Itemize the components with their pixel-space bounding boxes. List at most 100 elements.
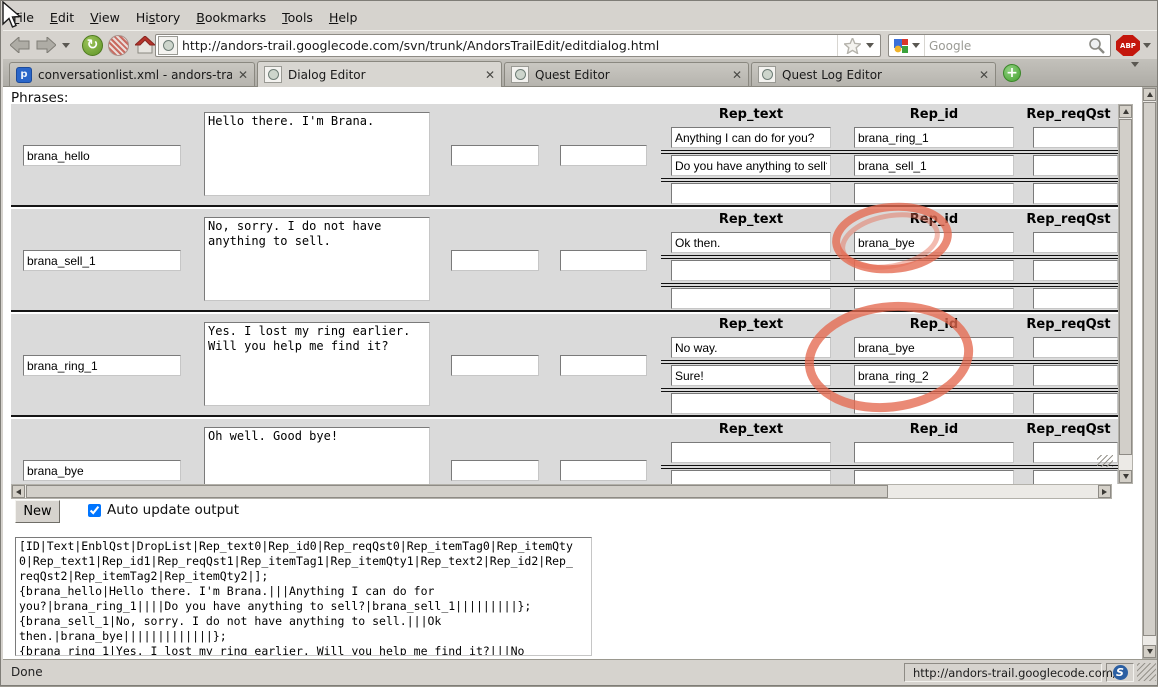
rep-reqqst-input[interactable] [1033,393,1118,414]
list-all-tabs-button[interactable] [1131,67,1139,86]
reload-button[interactable]: ↻ [81,34,104,56]
scrapbook-button[interactable]: S [1106,663,1134,682]
tab-close-icon[interactable]: ✕ [238,68,248,82]
phrases-horizontal-scrollbar[interactable] [11,484,1112,499]
rep-reqqst-input[interactable] [1033,470,1118,484]
output-textarea[interactable]: [ID|Text|EnblQst|DropList|Rep_text0|Rep_… [15,537,592,656]
stop-button[interactable] [107,34,130,56]
phrase-droplist-input[interactable] [560,145,647,166]
menu-help[interactable]: Help [321,7,366,28]
phrase-droplist-input[interactable] [560,250,647,271]
scrollbar-thumb[interactable] [1119,119,1132,455]
menu-tools[interactable]: Tools [274,7,321,28]
rep-text-input[interactable] [671,232,831,253]
scroll-left-icon[interactable] [12,485,25,498]
rep-reqqst-input[interactable] [1033,365,1118,386]
tab-conversationlist[interactable]: p conversationlist.xml - andors-trail - … [9,62,255,86]
url-input[interactable] [182,38,837,53]
phrase-row-brana-hello: Hello there. I'm Brana. Rep_text Rep_id … [11,104,1118,207]
scrollbar-thumb[interactable] [26,485,888,498]
phrase-text-area[interactable]: No, sorry. I do not have anything to sel… [204,217,430,301]
rep-reqqst-input[interactable] [1033,337,1118,358]
page-vertical-scrollbar[interactable] [1142,87,1157,659]
auto-update-checkbox[interactable] [88,504,101,517]
search-magnifier-icon[interactable] [1088,37,1106,54]
scroll-down-icon[interactable] [1119,470,1132,483]
bookmark-star-icon[interactable] [844,38,861,54]
rep-text-input[interactable] [671,337,831,358]
rep-reqqst-input[interactable] [1033,155,1118,176]
phrase-id-input[interactable] [23,145,181,166]
rep-reqqst-input[interactable] [1033,288,1118,309]
search-bar [888,34,1111,57]
tab-quest-log-editor[interactable]: Quest Log Editor ✕ [751,62,996,86]
rep-id-input[interactable] [854,393,1014,414]
scrollbar-thumb[interactable] [1143,102,1156,636]
phrase-id-input[interactable] [23,250,181,271]
adblock-plus-button[interactable]: ABP [1116,35,1151,56]
phrase-enblqst-input[interactable] [451,460,539,481]
rep-text-input[interactable] [671,183,831,204]
google-logo-icon [893,38,909,54]
menu-bookmarks[interactable]: Bookmarks [188,7,274,28]
forward-button[interactable] [34,34,57,56]
phrase-id-input[interactable] [23,460,181,481]
back-button[interactable] [8,34,31,56]
phrase-enblqst-input[interactable] [451,355,539,376]
scroll-down-icon[interactable] [1143,645,1156,658]
rep-text-input[interactable] [671,155,831,176]
tab-dialog-editor[interactable]: Dialog Editor ✕ [257,61,502,87]
history-dropdown[interactable] [59,34,73,56]
rep-id-input[interactable] [854,337,1014,358]
rep-id-input[interactable] [854,442,1014,463]
phrase-id-input[interactable] [23,355,181,376]
new-button[interactable]: New [15,500,60,523]
new-tab-button[interactable]: + [1003,64,1021,82]
phrase-enblqst-input[interactable] [451,250,539,271]
phrase-text-area[interactable]: Oh well. Good bye! [204,427,430,484]
phrase-enblqst-input[interactable] [451,145,539,166]
url-dropdown-icon[interactable] [866,43,874,48]
rep-text-input[interactable] [671,127,831,148]
search-input[interactable] [925,39,1088,53]
phrase-droplist-input[interactable] [560,355,647,376]
rep-reqqst-input[interactable] [1033,232,1118,253]
menu-edit[interactable]: Edit [42,7,82,28]
rep-id-input[interactable] [854,155,1014,176]
tab-close-icon[interactable]: ✕ [485,68,495,82]
phrase-text-area[interactable]: Yes. I lost my ring earlier. Will you he… [204,322,430,406]
rep-id-input[interactable] [854,470,1014,484]
rep-reqqst-input[interactable] [1033,183,1118,204]
phrase-text-area[interactable]: Hello there. I'm Brana. [204,112,430,196]
home-button[interactable] [133,34,156,56]
search-engine-selector[interactable] [889,35,925,56]
tab-close-icon[interactable]: ✕ [979,68,989,82]
rep-text-input[interactable] [671,470,831,484]
tab-close-icon[interactable]: ✕ [732,68,742,82]
rep-text-input[interactable] [671,288,831,309]
menu-view[interactable]: View [82,7,128,28]
phrases-vertical-scrollbar[interactable] [1118,104,1133,484]
scroll-right-icon[interactable] [1098,485,1111,498]
rep-text-input[interactable] [671,442,831,463]
rep-text-input[interactable] [671,260,831,281]
window-resize-grip[interactable] [1137,663,1156,681]
rep-reqqst-input[interactable] [1033,260,1118,281]
menu-history[interactable]: History [128,7,188,28]
rep-id-input[interactable] [854,365,1014,386]
rep-text-input[interactable] [671,393,831,414]
phrase-droplist-input[interactable] [560,460,647,481]
rep-id-input[interactable] [854,183,1014,204]
resize-grip-icon[interactable] [1097,455,1113,467]
rep-id-input[interactable] [854,127,1014,148]
scroll-up-icon[interactable] [1143,88,1156,101]
rep-text-input[interactable] [671,365,831,386]
rep-id-input[interactable] [854,260,1014,281]
menu-file[interactable]: File [5,7,42,28]
tab-quest-editor[interactable]: Quest Editor ✕ [504,62,749,86]
scroll-up-icon[interactable] [1119,105,1132,118]
rep-reqqst-input[interactable] [1033,127,1118,148]
rep-id-header: Rep_id [849,317,1019,332]
rep-id-input[interactable] [854,232,1014,253]
rep-id-input[interactable] [854,288,1014,309]
